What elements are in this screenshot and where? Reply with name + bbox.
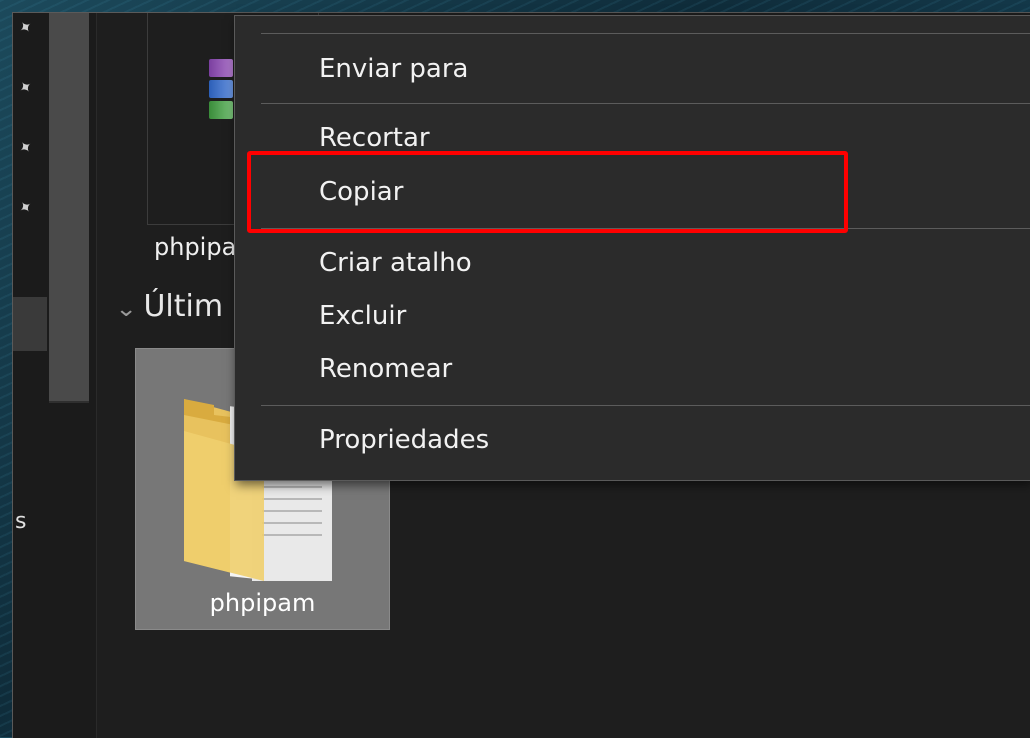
navigation-pane: ✦ ✦ ✦ ✦ s: [13, 13, 97, 738]
menu-separator: [261, 405, 1030, 406]
menu-item-delete[interactable]: Excluir: [319, 301, 406, 331]
group-header-label: Últim: [143, 289, 224, 324]
folder-name[interactable]: phpipam: [136, 589, 389, 617]
nav-item-label[interactable]: s: [15, 509, 26, 534]
nav-scrollbar-thumb[interactable]: [49, 13, 89, 401]
nav-selected-item[interactable]: [13, 297, 47, 351]
menu-item-cut[interactable]: Recortar: [319, 123, 430, 153]
pin-icon[interactable]: ✦: [15, 196, 38, 219]
menu-separator: [261, 33, 1030, 34]
group-header-recent[interactable]: ⌄ Últim: [115, 289, 224, 324]
menu-item-rename[interactable]: Renomear: [319, 354, 452, 384]
pin-icon[interactable]: ✦: [15, 76, 38, 99]
highlight-box: [247, 151, 848, 233]
pin-icon[interactable]: ✦: [15, 16, 38, 39]
file-name[interactable]: phpipa: [154, 233, 236, 261]
chevron-down-icon[interactable]: ⌄: [115, 297, 137, 322]
pin-icon[interactable]: ✦: [15, 136, 38, 159]
menu-item-send-to[interactable]: Enviar para: [319, 54, 468, 84]
winrar-archive-icon: [209, 59, 233, 139]
menu-item-create-shortcut[interactable]: Criar atalho: [319, 248, 472, 278]
menu-separator: [261, 103, 1030, 104]
context-menu: Enviar para Recortar Copiar Criar atalho…: [234, 15, 1030, 481]
menu-item-properties[interactable]: Propriedades: [319, 425, 489, 455]
